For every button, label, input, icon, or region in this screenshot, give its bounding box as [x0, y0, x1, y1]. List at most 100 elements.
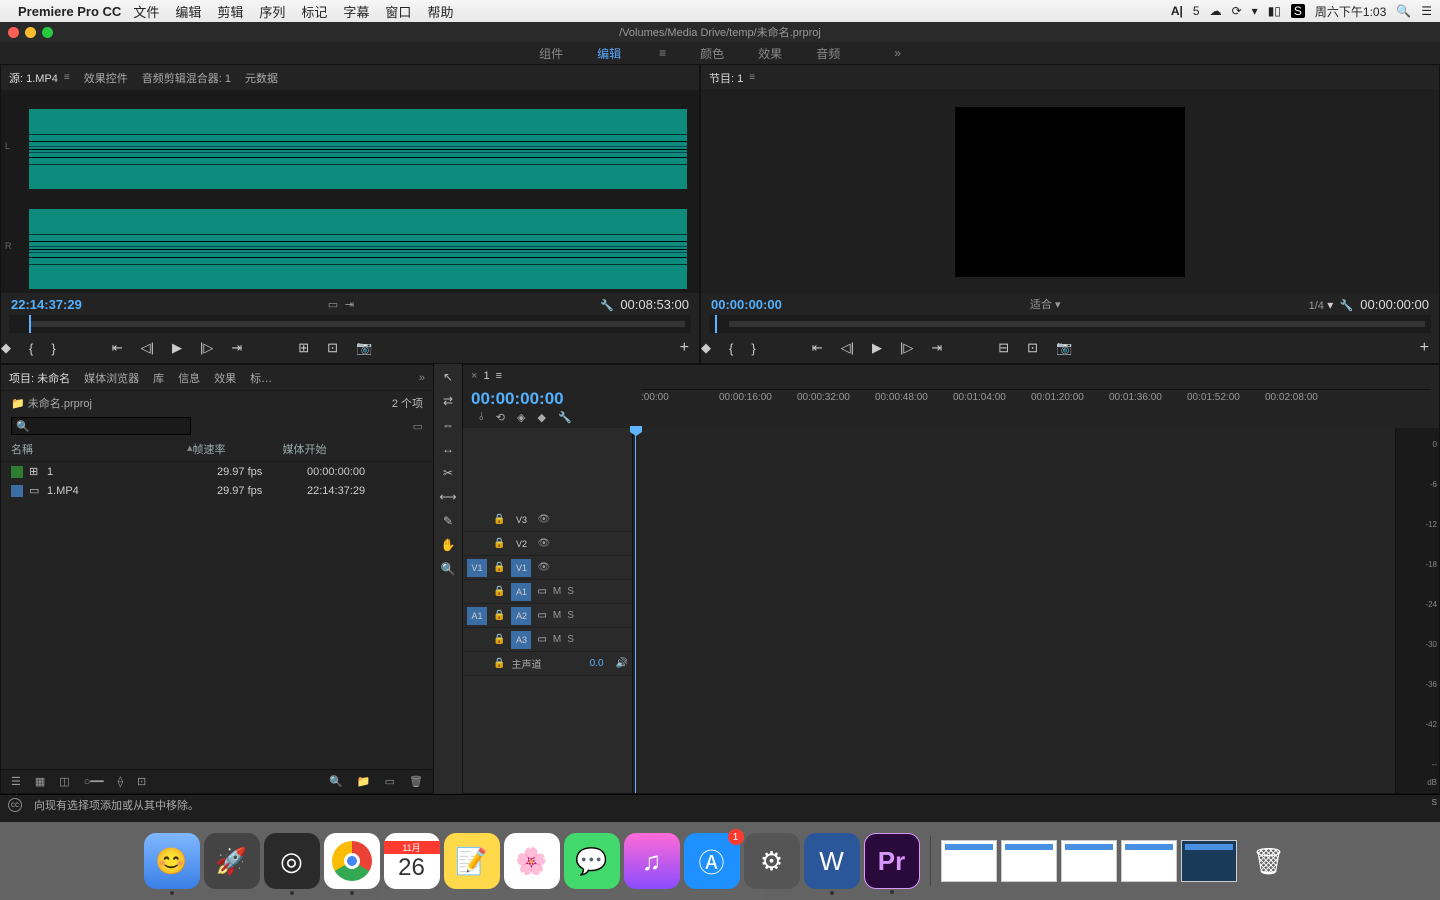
menu-help[interactable]: 帮助 — [427, 2, 453, 21]
lock-icon[interactable]: 🔒 — [493, 538, 505, 549]
source-scrubber[interactable] — [9, 315, 691, 333]
menu-clip[interactable]: 剪辑 — [217, 2, 243, 21]
info-tab[interactable]: 信息 — [178, 370, 200, 386]
folder-in-icon[interactable]: ▭ — [413, 420, 423, 433]
icon-view-icon[interactable]: ▦ — [35, 775, 45, 788]
source-tab[interactable]: 源: 1.MP4 — [9, 70, 58, 86]
clock[interactable]: 周六下午1:03 — [1315, 3, 1386, 20]
project-item-2[interactable]: ▭ 1.MP4 29.97 fps 22:14:37:29 — [1, 481, 433, 500]
step-fwd-icon[interactable]: |▷ — [200, 340, 213, 356]
track-master[interactable]: 🔒主声道0.0🔊 — [463, 652, 632, 676]
workspace-menu-icon[interactable]: ≡ — [645, 46, 680, 60]
extract-icon[interactable]: ⊡ — [1027, 340, 1038, 356]
settings-icon[interactable]: ⚙ — [744, 833, 800, 889]
list-view-icon[interactable]: ☰ — [11, 775, 21, 788]
track-audio-icon[interactable]: ▭ — [537, 634, 546, 645]
workspace-editing[interactable]: 编辑 — [583, 45, 635, 62]
menu-icon[interactable]: ☰ — [1421, 4, 1432, 18]
mute-button[interactable]: M — [553, 586, 561, 597]
messages-icon[interactable]: 💬 — [564, 833, 620, 889]
track-select-tool-icon[interactable]: ⇄ — [443, 394, 453, 408]
menu-edit[interactable]: 编辑 — [175, 2, 201, 21]
eye-icon[interactable]: 👁 — [537, 514, 550, 525]
snap-icon[interactable]: ⫰ — [479, 411, 484, 424]
export-frame-icon[interactable]: 📷 — [356, 340, 372, 356]
timeline-track-area[interactable] — [633, 428, 1395, 793]
effects-tab[interactable]: 效果 — [214, 370, 236, 386]
lock-icon[interactable]: 🔒 — [493, 586, 505, 597]
adobe-icon[interactable]: A| — [1171, 4, 1183, 18]
project-tab[interactable]: 项目: 未命名 — [9, 370, 70, 386]
maximize-button[interactable] — [42, 27, 53, 38]
mark-in-icon[interactable]: { — [29, 341, 33, 356]
program-viewer[interactable] — [701, 91, 1439, 293]
source-wrench-icon[interactable]: 🔧 — [600, 300, 614, 312]
timeline-menu-icon[interactable]: ≡ — [496, 370, 502, 382]
hand-tool-icon[interactable]: ✋ — [441, 538, 456, 552]
launchpad-icon[interactable]: 🚀 — [204, 833, 260, 889]
program-tab-menu-icon[interactable]: ≡ — [749, 72, 755, 83]
solo-button[interactable]: S — [567, 586, 574, 597]
p-step-fwd-icon[interactable]: |▷ — [900, 340, 913, 356]
effect-controls-tab[interactable]: 效果控件 — [84, 70, 128, 86]
find-icon[interactable]: 🔍 — [329, 775, 343, 788]
col-name[interactable]: 名稱 — [11, 441, 201, 457]
track-v1[interactable]: V1🔒V1👁 — [463, 556, 632, 580]
audio-mixer-tab[interactable]: 音频剪辑混合器: 1 — [142, 70, 231, 86]
input-icon[interactable]: S — [1291, 4, 1305, 18]
project-overflow-icon[interactable]: » — [419, 372, 425, 384]
p-export-frame-icon[interactable]: 📷 — [1056, 340, 1072, 356]
sequence-name[interactable]: 1 — [483, 370, 489, 382]
p-step-back-icon[interactable]: ◁| — [841, 340, 854, 356]
program-tab[interactable]: 节目: 1 — [709, 70, 743, 86]
track-a2[interactable]: A1🔒A2▭MS — [463, 604, 632, 628]
app-name[interactable]: Premiere Pro CC — [18, 4, 121, 19]
col-start[interactable]: 媒体开始 — [283, 441, 423, 457]
metadata-tab[interactable]: 元数据 — [245, 70, 278, 86]
close-seq-icon[interactable]: × — [471, 370, 477, 382]
p-play-icon[interactable]: ▶ — [872, 340, 882, 356]
source-tab-menu-icon[interactable]: ≡ — [64, 72, 70, 83]
tl-marker-icon[interactable]: ◆ — [537, 411, 545, 424]
col-fps[interactable]: 帧速率 — [193, 441, 283, 457]
linked-sel-icon[interactable]: ⟲ — [496, 411, 505, 424]
media-browser-tab[interactable]: 媒体浏览器 — [84, 370, 139, 386]
lock-icon[interactable]: 🔒 — [493, 514, 505, 525]
notes-icon[interactable]: 📝 — [444, 833, 500, 889]
zoom-slider[interactable]: ○━━ — [84, 775, 104, 788]
mute-button[interactable]: M — [553, 610, 561, 621]
ripple-tool-icon[interactable]: ⇔ — [442, 418, 454, 432]
library-tab[interactable]: 库 — [153, 370, 164, 386]
lift-icon[interactable]: ⊟ — [998, 340, 1009, 356]
timeline-timecode[interactable]: 00:00:00:00 — [471, 389, 641, 409]
eye-icon[interactable]: 👁 — [537, 538, 550, 549]
menu-window[interactable]: 窗口 — [385, 2, 411, 21]
insert-icon[interactable]: ⊞ — [298, 340, 309, 356]
markers-tab[interactable]: 标… — [250, 370, 272, 386]
timeline-ruler[interactable]: :00:00 00:00:16:00 00:00:32:00 00:00:48:… — [641, 389, 1431, 417]
premiere-icon[interactable]: Pr — [864, 833, 920, 889]
p-mark-in-icon[interactable]: { — [729, 341, 733, 356]
solo-button[interactable]: S — [567, 634, 574, 645]
appstore-icon[interactable]: Ⓐ1 — [684, 833, 740, 889]
marker-icon[interactable]: ◈ — [517, 411, 525, 424]
workspace-audio[interactable]: 音频 — [802, 45, 854, 62]
track-v2[interactable]: 🔒V2👁 — [463, 532, 632, 556]
play-icon[interactable]: ▶ — [172, 340, 182, 356]
cloud-icon[interactable]: ☁ — [1210, 4, 1222, 18]
track-audio-icon[interactable]: ▭ — [537, 610, 546, 621]
trash-icon[interactable]: 🗑 — [1241, 833, 1297, 889]
spotlight-icon[interactable]: 🔍 — [1396, 4, 1411, 18]
program-timecode-left[interactable]: 00:00:00:00 — [711, 297, 782, 312]
mark-out-icon[interactable]: } — [51, 341, 55, 356]
source-insert-icon[interactable]: ⇥ — [345, 299, 354, 311]
settings-icon[interactable]: 🔧 — [558, 411, 572, 424]
wifi-icon[interactable]: ▾ — [1252, 4, 1258, 18]
rolling-tool-icon[interactable]: ↔ — [442, 442, 454, 456]
speaker-icon[interactable]: 🔊 — [616, 658, 628, 669]
go-in-icon[interactable]: ⇤ — [112, 340, 123, 356]
track-a3[interactable]: 🔒A3▭MS — [463, 628, 632, 652]
minimized-window[interactable] — [1181, 840, 1237, 882]
add-marker-icon[interactable]: ◆ — [1, 340, 11, 356]
lock-icon[interactable]: 🔒 — [493, 562, 505, 573]
